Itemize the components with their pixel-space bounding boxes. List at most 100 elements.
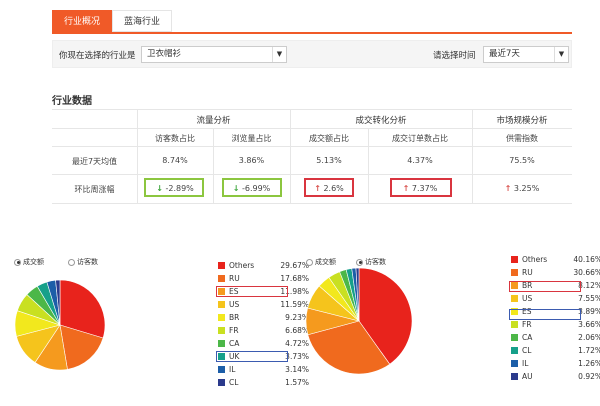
table-cell: ↑ 3.25% (472, 184, 572, 193)
legend-swatch (218, 327, 225, 334)
legend-value: 3.14% (285, 365, 309, 374)
up-arrow-icon: ↑ (314, 184, 321, 193)
legend-item: FR 3.66% (511, 319, 600, 330)
legend-item: AU 0.92% (511, 371, 600, 382)
legend-value: 3.66% (578, 320, 600, 329)
table-cell-value: 7.37% (411, 184, 438, 193)
legend-swatch (511, 347, 518, 354)
legend-label: CL (522, 346, 532, 355)
legend-swatch (511, 360, 518, 367)
up-arrow-icon: ↑ (402, 184, 410, 193)
chevron-down-icon: ▼ (554, 47, 568, 62)
radio-dot-icon (14, 258, 21, 266)
table-cell: ↑ 7.37% (368, 184, 472, 193)
legend-item: Others 40.16% (511, 254, 600, 265)
radio-label: 成交额 (23, 258, 44, 266)
tab-blue-ocean[interactable]: 蓝海行业 (112, 10, 173, 32)
legend-item: US 11.59% (218, 299, 309, 310)
legend-value: 30.66% (573, 268, 600, 277)
time-select-value: 最近7天 (489, 49, 520, 59)
radio-gmv[interactable]: 成交额 (14, 257, 44, 267)
legend-item: CA 2.06% (511, 332, 600, 343)
legend-label: US (522, 294, 533, 303)
legend-value: 7.55% (578, 294, 600, 303)
legend-label: FR (229, 326, 239, 335)
table-divider (52, 203, 572, 204)
column-header: 成交订单数占比 (392, 134, 448, 143)
legend-label: US (229, 300, 240, 309)
legend-item: RU 30.66% (511, 267, 600, 278)
legend-value: 1.57% (285, 378, 309, 387)
legend-label: CA (522, 333, 533, 342)
legend-label: AU (522, 372, 533, 381)
legend-highlight-box (216, 351, 288, 362)
radio-gmv[interactable]: 成交额 (306, 257, 336, 267)
legend-swatch (218, 366, 225, 373)
legend-item: FR 6.68% (218, 325, 309, 336)
column-header: 浏览量占比 (231, 134, 272, 143)
legend-swatch (511, 256, 518, 263)
table-cell-value: -6.99% (241, 184, 271, 193)
legend-value: 11.59% (280, 300, 309, 309)
column-header: 访客数占比 (155, 134, 195, 143)
legend-value: 4.72% (285, 339, 309, 348)
tab-industry-overview[interactable]: 行业概况 (52, 10, 113, 32)
radio-label: 成交额 (315, 258, 336, 266)
legend-value: 2.06% (578, 333, 600, 342)
legend-item: Others 29.67% (218, 260, 309, 271)
legend-value: 6.68% (285, 326, 309, 335)
legend-item: BR 9.23% (218, 312, 309, 323)
legend-item: IL 3.14% (218, 364, 309, 375)
table-cell: 5.13% (316, 156, 342, 165)
industry-select[interactable]: 卫衣帽衫 ▼ (141, 46, 287, 63)
table-divider (52, 109, 572, 110)
time-label: 请选择时间 (433, 51, 476, 61)
legend-value: 1.72% (578, 346, 600, 355)
radio-visitors[interactable]: 访客数 (356, 257, 386, 267)
table-cell-value: 2.6% (323, 184, 344, 193)
column-header: 供需指数 (506, 134, 538, 143)
legend-highlight-box (509, 281, 581, 292)
chevron-down-icon: ▼ (272, 47, 286, 62)
table-cell: 3.86% (238, 156, 265, 165)
time-select[interactable]: 最近7天 ▼ (483, 46, 569, 63)
industry-select-value: 卫衣帽衫 (147, 49, 182, 59)
legend-label: BR (229, 313, 240, 322)
table-cell-value: 3.25% (513, 184, 540, 193)
radio-visitors[interactable]: 访客数 (68, 257, 98, 267)
legend-swatch (218, 340, 225, 347)
table-cell: 4.37% (407, 156, 433, 165)
legend-value: 17.68% (280, 274, 309, 283)
group-header-traffic: 流量分析 (196, 116, 231, 126)
legend-label: FR (522, 320, 532, 329)
legend-value: 9.23% (285, 313, 309, 322)
legend-swatch (511, 295, 518, 302)
legend-swatch (218, 262, 225, 269)
group-header-conversion: 成交转化分析 (355, 116, 407, 126)
legend-item: CL 1.57% (218, 377, 309, 388)
radio-label: 访客数 (77, 258, 98, 266)
legend-swatch (218, 379, 225, 386)
legend-highlight-box (509, 309, 581, 320)
legend-label: IL (522, 359, 529, 368)
up-arrow-icon: ↑ (504, 184, 512, 193)
legend-label: RU (522, 268, 533, 277)
legend-item: IL 1.26% (511, 358, 600, 369)
legend-label: Others (522, 255, 548, 264)
legend-label: CA (229, 339, 240, 348)
legend-item: CA 4.72% (218, 338, 309, 349)
table-cell: ↓ -2.89% (137, 184, 213, 193)
down-arrow-icon: ↓ (156, 184, 163, 193)
table-divider (52, 174, 572, 175)
tab-bar: 行业概况 蓝海行业 (52, 10, 173, 32)
legend-swatch (511, 269, 518, 276)
row-label: 环比周涨幅 (74, 185, 115, 194)
down-arrow-icon: ↓ (232, 184, 240, 193)
industry-label: 你现在选择的行业是 (59, 51, 136, 61)
legend-swatch (511, 321, 518, 328)
radio-dot-icon (68, 258, 75, 266)
table-cell: 8.74% (162, 156, 188, 165)
legend-value: 29.67% (280, 261, 309, 270)
legend-label: RU (229, 274, 240, 283)
pie-chart-right (306, 268, 412, 374)
